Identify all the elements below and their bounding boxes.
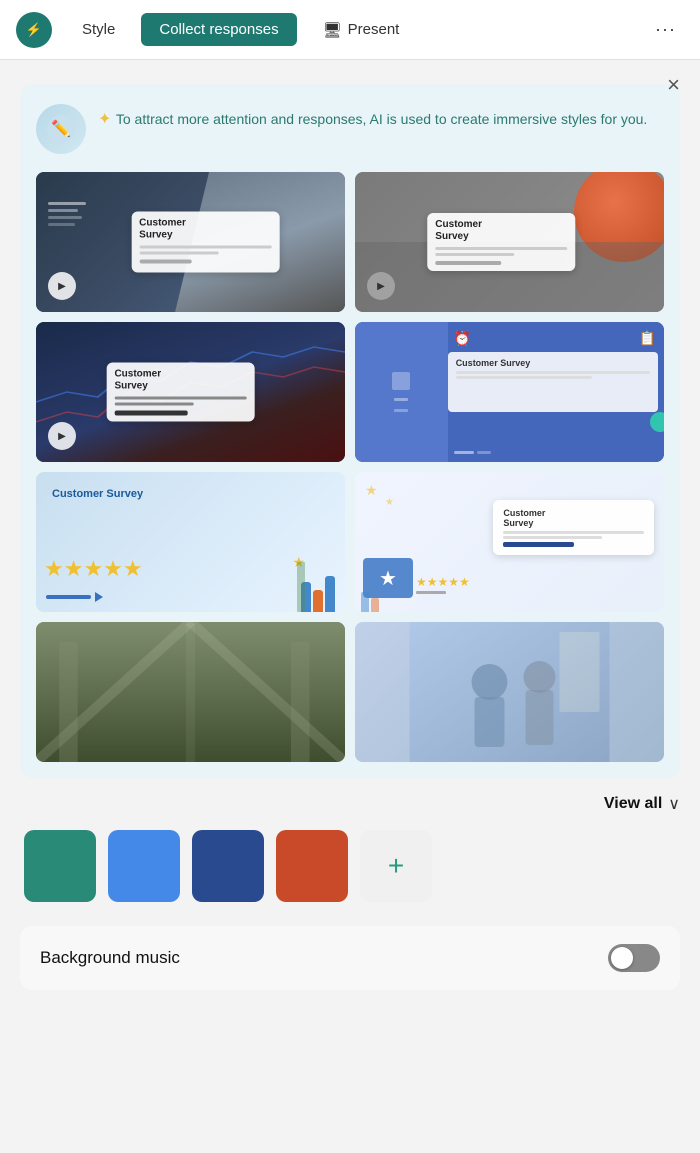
svg-text:⚡: ⚡ (26, 22, 42, 38)
chevron-down-icon: ∨ (668, 794, 680, 814)
thumb-title-1: CustomerSurvey (139, 218, 271, 242)
main-content: × ✏️ ✦ To attract more attention and res… (0, 60, 700, 1153)
style-button[interactable]: Style (64, 13, 133, 46)
thumbnail-2[interactable]: CustomerSurvey ▶ (355, 172, 664, 312)
thumb-title-5: Customer Survey (52, 488, 143, 500)
background-music-row: Background music (20, 926, 680, 990)
color-swatch-teal[interactable] (24, 830, 96, 902)
music-label: Background music (40, 948, 180, 968)
ai-banner: ✏️ ✦ To attract more attention and respo… (36, 104, 664, 154)
play-button-2[interactable]: ▶ (367, 272, 395, 300)
thumbnail-grid: CustomerSurvey ▶ CustomerSurvey (36, 172, 664, 762)
timer-icon: ⏰ (454, 330, 471, 347)
thumb-card-1: CustomerSurvey (131, 212, 279, 273)
toggle-knob (611, 947, 633, 969)
view-all-label: View all (604, 795, 662, 813)
thumb-card-3: CustomerSurvey (106, 363, 254, 422)
monitor-icon: 🖥 (323, 21, 342, 39)
view-all-row[interactable]: View all ∨ (20, 794, 680, 814)
svg-text:✏️: ✏️ (51, 119, 71, 138)
close-button[interactable]: × (667, 74, 680, 96)
thumbnail-4[interactable]: ⏰ 📋 Customer Survey (355, 322, 664, 462)
add-color-button[interactable]: + (360, 830, 432, 902)
play-button-3[interactable]: ▶ (48, 422, 76, 450)
thumb-card-6: CustomerSurvey (493, 500, 654, 555)
play-button-1[interactable]: ▶ (48, 272, 76, 300)
color-swatch-dark-blue[interactable] (192, 830, 264, 902)
present-button[interactable]: 🖥 Present (305, 13, 418, 47)
music-toggle[interactable] (608, 944, 660, 972)
thumb-4-content-card: Customer Survey (448, 352, 658, 412)
thumbnail-1[interactable]: CustomerSurvey ▶ (36, 172, 345, 312)
thumb-card-2: CustomerSurvey (427, 213, 575, 271)
thumbnail-5[interactable]: Customer Survey ★★★★★ ★ (36, 472, 345, 612)
thumbnail-3[interactable]: CustomerSurvey ▶ (36, 322, 345, 462)
sparkle-icon: ✦ (98, 111, 116, 128)
ai-icon: ✏️ (36, 104, 86, 154)
color-swatch-blue[interactable] (108, 830, 180, 902)
color-swatches-row: + (20, 830, 680, 902)
thumbnail-7[interactable] (36, 622, 345, 762)
color-swatch-orange-red[interactable] (276, 830, 348, 902)
thumbnail-6[interactable]: ★ ★★★★★ CustomerSurvey (355, 472, 664, 612)
app-logo: ⚡ (16, 12, 52, 48)
thumb-4-left-panel (355, 322, 448, 462)
document-icon: 📋 (639, 330, 656, 347)
ai-description: ✦ To attract more attention and response… (98, 104, 647, 132)
thumbnail-8[interactable] (355, 622, 664, 762)
top-nav: ⚡ Style Collect responses 🖥 Present ··· (0, 0, 700, 60)
ai-styles-panel: ✏️ ✦ To attract more attention and respo… (20, 84, 680, 778)
collect-responses-button[interactable]: Collect responses (141, 13, 296, 46)
more-menu-button[interactable]: ··· (647, 15, 684, 44)
